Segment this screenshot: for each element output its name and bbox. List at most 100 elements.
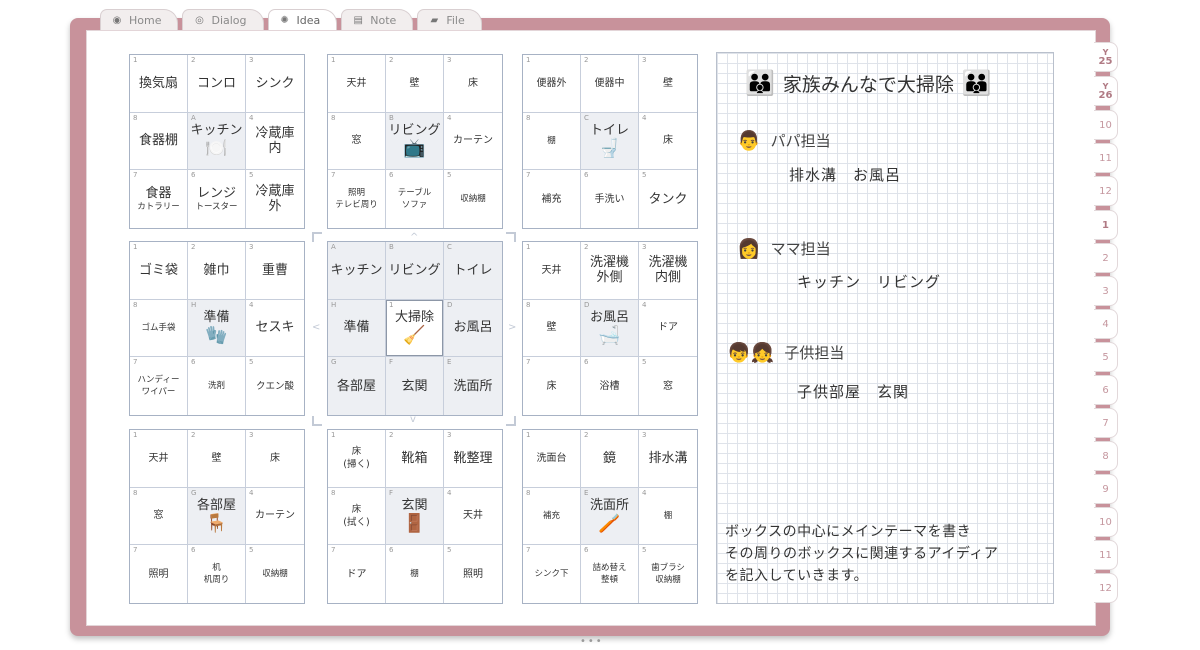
idea-cell[interactable]: 4 カーテン: [444, 113, 502, 171]
block-theme-cell[interactable]: F 玄関 🚪: [386, 487, 444, 546]
idea-cell[interactable]: 6 詰め替え 整頓: [581, 545, 639, 603]
idea-cell[interactable]: 4 カーテン: [246, 488, 304, 546]
idea-cell[interactable]: F 玄関: [386, 357, 444, 415]
page-pager-dots[interactable]: •••: [580, 636, 604, 647]
idea-cell[interactable]: 1 換気扇: [130, 55, 188, 113]
block-theme-cell[interactable]: C トイレ 🚽: [581, 112, 639, 171]
idea-cell[interactable]: 3 洗濯機 内側: [639, 242, 697, 300]
side-tab[interactable]: 1: [1094, 210, 1118, 240]
idea-cell[interactable]: 5 収納棚: [444, 170, 502, 228]
idea-cell[interactable]: 3 重曹: [246, 242, 304, 300]
idea-cell[interactable]: 5 照明: [444, 545, 502, 603]
block-theme-cell[interactable]: E 洗面所 🪥: [581, 487, 639, 546]
side-tab[interactable]: 7: [1094, 408, 1118, 438]
idea-cell[interactable]: 7 ドア: [328, 545, 386, 603]
side-tab[interactable]: 2: [1094, 243, 1118, 273]
idea-cell[interactable]: 7 シンク下: [523, 545, 581, 603]
idea-cell[interactable]: 8窓: [130, 487, 188, 546]
idea-cell[interactable]: 3床: [444, 55, 502, 113]
idea-cell[interactable]: 1 便器外: [523, 55, 581, 113]
idea-cell[interactable]: 7 照明 テレビ周り: [328, 170, 386, 228]
idea-cell[interactable]: 7 補充: [523, 170, 581, 228]
idea-cell[interactable]: 5 タンク: [639, 170, 697, 228]
idea-cell[interactable]: 7 照明: [130, 545, 188, 603]
idea-cell[interactable]: G 各部屋: [328, 357, 386, 415]
idea-cell[interactable]: 2 洗濯機 外側: [581, 242, 639, 300]
idea-cell[interactable]: 2 靴箱: [386, 430, 444, 488]
side-tab[interactable]: 10: [1094, 110, 1118, 140]
idea-cell[interactable]: 8棚: [523, 112, 581, 171]
idea-cell[interactable]: 8 補充: [523, 487, 581, 546]
idea-cell[interactable]: 1 天井: [523, 242, 581, 300]
side-tab[interactable]: 10: [1094, 507, 1118, 537]
idea-cell[interactable]: A キッチン: [328, 242, 386, 300]
idea-cell[interactable]: 8 食器棚: [130, 112, 188, 171]
idea-cell[interactable]: 3壁: [639, 55, 697, 113]
idea-cell[interactable]: 4棚: [639, 488, 697, 546]
side-tab[interactable]: 9: [1094, 474, 1118, 504]
idea-cell[interactable]: D お風呂: [444, 299, 502, 358]
idea-cell[interactable]: 4 冷蔵庫内: [246, 113, 304, 171]
idea-cell[interactable]: 8 ゴム手袋: [130, 299, 188, 358]
idea-cell[interactable]: H 準備: [328, 299, 386, 358]
idea-cell[interactable]: 7 ハンディー ワイパー: [130, 357, 188, 415]
idea-cell[interactable]: 6 洗剤: [188, 357, 246, 415]
tab-dialog[interactable]: ◎ Dialog: [182, 9, 264, 31]
side-tab[interactable]: 3: [1094, 276, 1118, 306]
idea-cell[interactable]: 1 ゴミ袋: [130, 242, 188, 300]
idea-cell[interactable]: 7床: [523, 357, 581, 415]
idea-cell[interactable]: 3 排水溝: [639, 430, 697, 488]
side-tab[interactable]: 11: [1094, 143, 1118, 173]
idea-cell[interactable]: 5 クエン酸: [246, 357, 304, 415]
idea-cell[interactable]: 3床: [246, 430, 304, 488]
block-theme-cell[interactable]: D お風呂 🛁: [581, 299, 639, 358]
grid-note-panel[interactable]: 👪 家族みんなで大掃除 👪 👨 パパ担当 排水溝 お風呂 👩 ママ担当 キッチン…: [716, 52, 1054, 604]
idea-cell[interactable]: 1 天井: [130, 430, 188, 488]
idea-cell[interactable]: 1 洗面台: [523, 430, 581, 488]
side-tab[interactable]: 12: [1094, 573, 1118, 603]
idea-cell[interactable]: 6 机机周り: [188, 545, 246, 603]
idea-cell[interactable]: 1 床 (掃く): [328, 430, 386, 488]
idea-cell[interactable]: 7 食器 カトラリー: [130, 170, 188, 228]
side-tab[interactable]: 11: [1094, 540, 1118, 570]
idea-cell[interactable]: 6 手洗い: [581, 170, 639, 228]
idea-cell[interactable]: C トイレ: [444, 242, 502, 300]
tab-note[interactable]: ▤ Note: [341, 9, 414, 31]
idea-cell[interactable]: 8壁: [523, 299, 581, 358]
idea-cell[interactable]: 4 天井: [444, 488, 502, 546]
side-tab[interactable]: Y 26: [1094, 76, 1118, 106]
side-tab[interactable]: 4: [1094, 309, 1118, 339]
block-theme-cell[interactable]: A キッチン 🍽️: [188, 112, 246, 171]
idea-cell[interactable]: 5窓: [639, 357, 697, 415]
idea-cell[interactable]: E 洗面所: [444, 357, 502, 415]
idea-cell[interactable]: 6 浴槽: [581, 357, 639, 415]
tab-file[interactable]: ▰ File: [417, 9, 482, 31]
idea-cell[interactable]: 5 収納棚: [246, 545, 304, 603]
idea-cell[interactable]: 5 冷蔵庫外: [246, 170, 304, 228]
idea-cell[interactable]: 2壁: [188, 430, 246, 488]
block-theme-cell[interactable]: G 各部屋 🪑: [188, 487, 246, 546]
main-theme-cell[interactable]: 1 大掃除 🧹: [386, 299, 444, 358]
side-tab[interactable]: 12: [1094, 176, 1118, 206]
block-theme-cell[interactable]: B リビング 📺: [386, 112, 444, 171]
idea-cell[interactable]: 2 便器中: [581, 55, 639, 113]
idea-cell[interactable]: 2 コンロ: [188, 55, 246, 113]
idea-cell[interactable]: 6棚: [386, 545, 444, 603]
idea-cell[interactable]: 8 床 (拭く): [328, 487, 386, 546]
idea-cell[interactable]: 4 ドア: [639, 300, 697, 358]
idea-cell[interactable]: 8窓: [328, 112, 386, 171]
idea-cell[interactable]: 3 靴整理: [444, 430, 502, 488]
side-tab[interactable]: 5: [1094, 342, 1118, 372]
side-tab[interactable]: 6: [1094, 375, 1118, 405]
idea-cell[interactable]: 6 テーブル ソファ: [386, 170, 444, 228]
idea-cell[interactable]: 2鏡: [581, 430, 639, 488]
idea-cell[interactable]: 5 歯ブラシ 収納棚: [639, 545, 697, 603]
idea-cell[interactable]: 4床: [639, 113, 697, 171]
tab-home[interactable]: ◉ Home: [100, 9, 179, 31]
idea-cell[interactable]: B リビング: [386, 242, 444, 300]
tab-idea[interactable]: ✺ Idea: [267, 9, 338, 31]
idea-cell[interactable]: 4 セスキ: [246, 300, 304, 358]
idea-cell[interactable]: 2 雑巾: [188, 242, 246, 300]
idea-cell[interactable]: 6 レンジ トースター: [188, 170, 246, 228]
idea-cell[interactable]: 1 天井: [328, 55, 386, 113]
